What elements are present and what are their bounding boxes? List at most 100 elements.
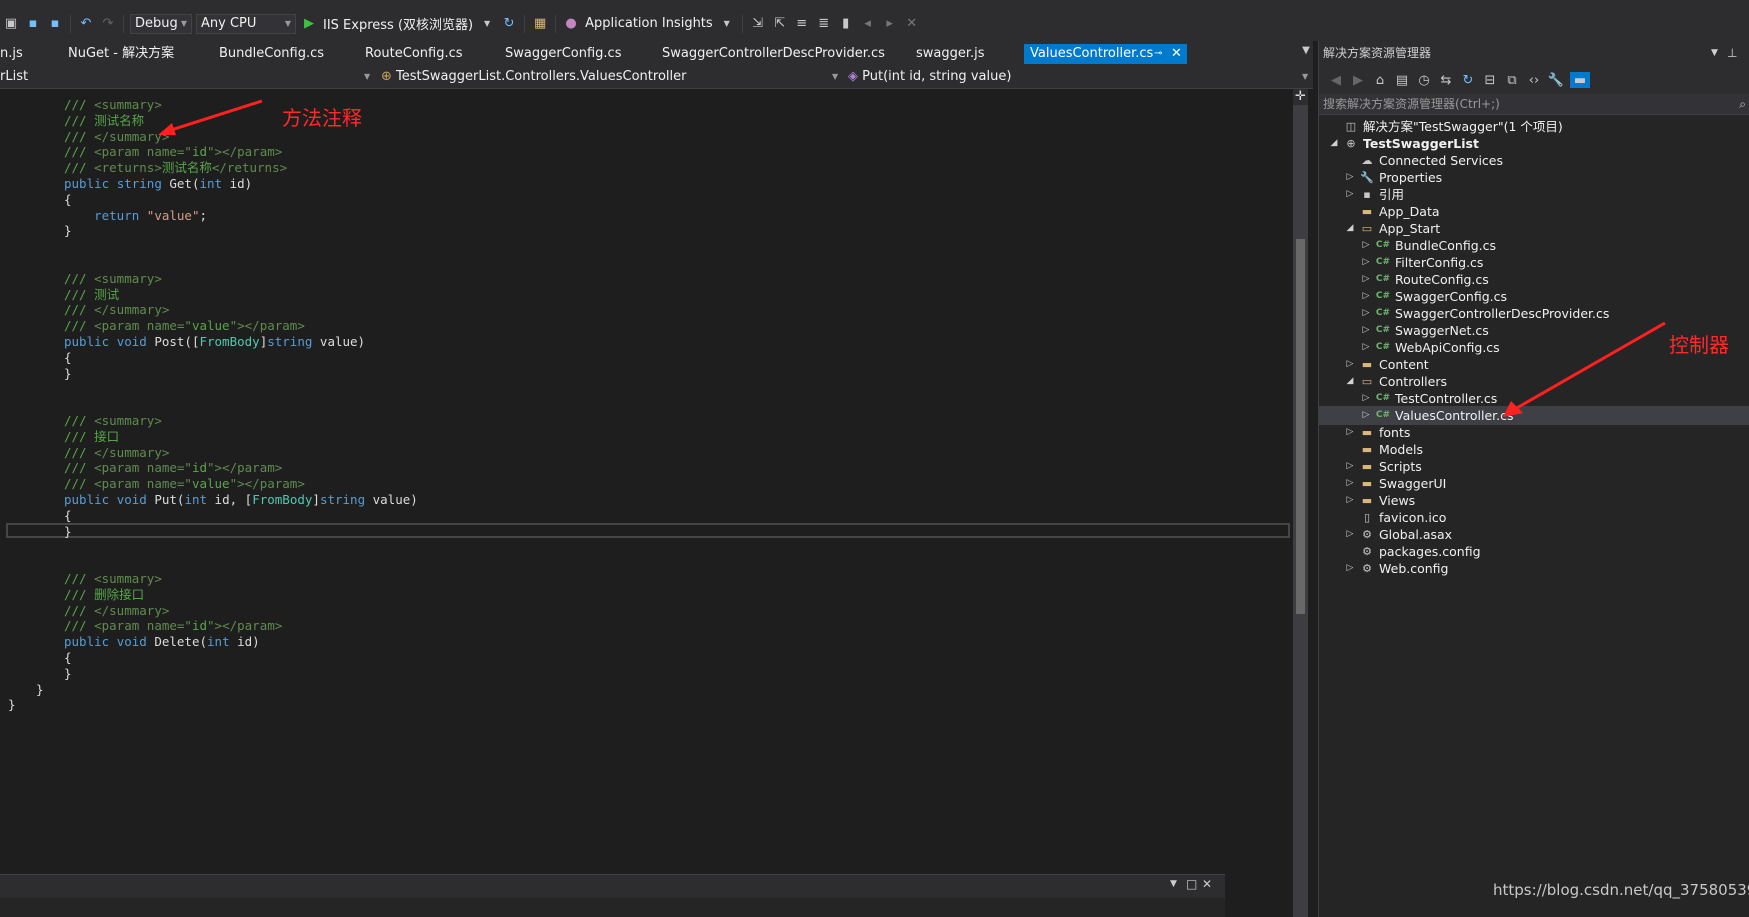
tab-swaggerconfig[interactable]: SwaggerConfig.cs (505, 44, 621, 64)
code-line[interactable]: /// <summary> (64, 570, 162, 587)
tab-label: ValuesController.cs (1030, 46, 1154, 61)
run-target-button[interactable]: IIS Express (双核浏览器) (323, 14, 473, 33)
code-line[interactable]: public void Delete(int id) (64, 633, 260, 650)
tab-n-js[interactable]: n.js (0, 44, 23, 64)
step-icon[interactable]: ⇲ (750, 16, 766, 32)
indent-icon[interactable]: ≡ (794, 16, 810, 32)
tab-valuescontroller[interactable]: ValuesController.cs ⊸ ✕ (1024, 44, 1187, 64)
chevron-down-icon[interactable]: ▼ (1302, 68, 1308, 86)
code-line[interactable]: { (64, 507, 72, 524)
solution-config-select[interactable]: Debug ▼ (130, 13, 192, 34)
chevron-down-icon[interactable]: ▼ (832, 68, 838, 86)
code-line[interactable]: /// </summary> (64, 444, 169, 461)
tab-swagger-js[interactable]: swagger.js (916, 44, 985, 64)
collapse-all-icon[interactable]: ⊟ (1482, 72, 1498, 88)
expand-arrow-icon[interactable]: ▷ (1345, 559, 1355, 578)
view-code-icon[interactable]: ‹› (1526, 72, 1542, 88)
code-line[interactable]: /// <param name="id"></param> (64, 459, 282, 476)
chevron-down-icon[interactable]: ▼ (1711, 41, 1718, 66)
code-area[interactable]: /// <summary>/// 测试名称/// </summary>/// <… (0, 89, 1290, 874)
code-line[interactable]: } (36, 681, 44, 698)
code-line[interactable]: { (64, 349, 72, 366)
back-icon[interactable]: ◀ (1328, 72, 1344, 88)
clear-bookmarks-icon[interactable]: ✕ (904, 16, 920, 32)
chevron-down-icon[interactable]: ▼ (364, 68, 370, 86)
next-bookmark-icon[interactable]: ▸ (882, 16, 898, 32)
code-line[interactable]: /// <param name="value"></param> (64, 475, 305, 492)
step-over-icon[interactable]: ⇱ (772, 16, 788, 32)
browser-link-icon[interactable]: ▦ (532, 16, 548, 32)
solution-explorer-search[interactable]: 搜索解决方案资源管理器(Ctrl+;) ⌕ (1319, 94, 1749, 115)
code-line[interactable]: /// </summary> (64, 602, 169, 619)
code-line[interactable]: { (64, 649, 72, 666)
code-line[interactable]: public string Get(int id) (64, 175, 252, 192)
code-line[interactable]: /// 接口 (64, 428, 119, 445)
code-line[interactable]: /// <param name="id"></param> (64, 617, 282, 634)
pin-icon[interactable]: ⊸ (1154, 44, 1162, 64)
refresh-icon[interactable]: ↻ (501, 16, 517, 32)
app-insights-button[interactable]: Application Insights (585, 16, 713, 31)
sync-icon[interactable]: ⇆ (1438, 72, 1454, 88)
close-icon[interactable]: ✕ (1171, 44, 1182, 64)
code-line[interactable]: /// <summary> (64, 270, 162, 287)
forward-icon[interactable]: ▶ (1350, 72, 1366, 88)
refresh-icon[interactable]: ↻ (1460, 72, 1476, 88)
code-line[interactable]: } (8, 696, 16, 713)
tab-bundleconfig[interactable]: BundleConfig.cs (219, 44, 324, 64)
pin-icon[interactable]: ⊥ (1727, 41, 1737, 66)
code-token: /// (64, 618, 95, 634)
home-icon[interactable]: ⌂ (1372, 72, 1388, 88)
code-editor[interactable]: /// <summary>/// 测试名称/// </summary>/// <… (0, 89, 1313, 874)
member-dropdown[interactable]: ◈ Put(int id, string value) (848, 68, 1011, 86)
code-line[interactable]: { (64, 191, 72, 208)
tree-node[interactable]: ▷ ⚙ Web.config (1319, 559, 1749, 578)
chevron-down-icon[interactable]: ▼ (719, 16, 735, 32)
chevron-down-icon[interactable]: ▼ (1170, 879, 1177, 889)
save-all-icon[interactable]: ▪ (47, 16, 63, 32)
class-dropdown[interactable]: ⊕ TestSwaggerList.Controllers.ValuesCont… (381, 68, 686, 86)
new-project-icon[interactable]: ▣ (3, 16, 19, 32)
code-line[interactable]: /// <summary> (64, 96, 162, 113)
code-line[interactable]: return "value"; (64, 207, 207, 224)
code-line[interactable]: } (64, 222, 72, 239)
code-line[interactable]: /// 删除接口 (64, 586, 144, 603)
start-debugging-icon[interactable]: ▶ (301, 16, 317, 32)
pending-changes-icon[interactable]: ◷ (1416, 72, 1432, 88)
code-line[interactable]: /// <param name="value"></param> (64, 317, 305, 334)
maximize-icon[interactable]: □ (1186, 877, 1197, 891)
chevron-down-icon[interactable]: ▼ (479, 16, 495, 32)
code-line[interactable]: /// <summary> (64, 412, 162, 429)
code-line[interactable]: public void Put(int id, [FromBody]string… (64, 491, 418, 508)
code-token: value (191, 476, 230, 492)
save-icon[interactable]: ▪ (25, 16, 41, 32)
tab-swaggercontrollerdescprovider[interactable]: SwaggerControllerDescProvider.cs (662, 44, 885, 64)
switch-views-icon[interactable]: ▤ (1394, 72, 1410, 88)
code-line[interactable]: } (64, 523, 72, 540)
code-line[interactable]: } (64, 665, 72, 682)
vertical-scrollbar[interactable]: ✛ (1293, 89, 1308, 917)
code-line[interactable]: public void Post([FromBody]string value) (64, 333, 365, 350)
undo-icon[interactable]: ↶ (78, 16, 94, 32)
properties-icon[interactable]: 🔧 (1548, 72, 1564, 88)
project-dropdown[interactable]: rList (0, 68, 372, 86)
show-all-files-icon[interactable]: ⧉ (1504, 72, 1520, 88)
code-line[interactable]: /// 测试名称 (64, 112, 144, 129)
outdent-icon[interactable]: ≣ (816, 16, 832, 32)
tab-overflow-icon[interactable]: ▼ (1299, 45, 1313, 56)
code-line[interactable]: } (64, 365, 72, 382)
bookmark-icon[interactable]: ▮ (838, 16, 854, 32)
code-line[interactable]: /// <returns>测试名称</returns> (64, 159, 287, 176)
platform-select[interactable]: Any CPU ▼ (196, 13, 296, 34)
prev-bookmark-icon[interactable]: ◂ (860, 16, 876, 32)
close-icon[interactable]: ✕ (1202, 877, 1212, 891)
split-icon[interactable]: ✛ (1293, 89, 1308, 105)
redo-icon[interactable]: ↷ (100, 16, 116, 32)
preview-icon[interactable]: ▬ (1570, 72, 1590, 88)
code-line[interactable]: /// <param name="id"></param> (64, 143, 282, 160)
code-line[interactable]: /// </summary> (64, 301, 169, 318)
tab-nuget[interactable]: NuGet - 解决方案 (68, 44, 174, 64)
tab-routeconfig[interactable]: RouteConfig.cs (365, 44, 463, 64)
scrollbar-thumb[interactable] (1296, 239, 1305, 614)
code-line[interactable]: /// 测试 (64, 286, 119, 303)
search-icon[interactable]: ⌕ (1739, 94, 1746, 115)
